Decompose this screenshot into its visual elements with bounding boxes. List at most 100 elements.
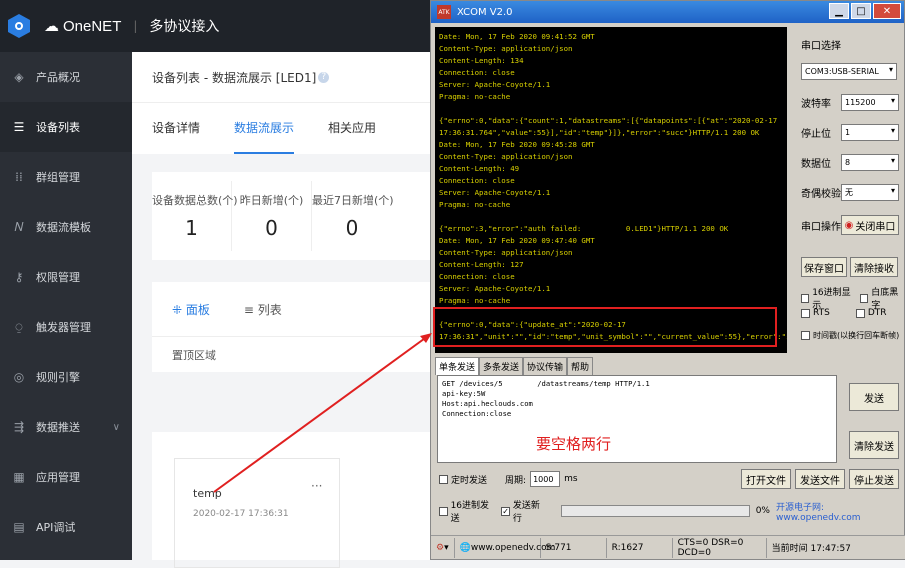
terminal-line: Content-Type: application/json — [439, 152, 573, 161]
terminal-line: Content-Type: application/json — [439, 248, 573, 257]
brand-name: OneNET — [63, 17, 122, 35]
xcom-titlebar[interactable]: ATK XCOM V2.0 ▁ □ ✕ — [431, 1, 904, 23]
tab-datastream[interactable]: 数据流展示 — [234, 102, 295, 154]
sidebar-item-apps[interactable]: ▦ 应用管理 — [0, 452, 132, 502]
terminal-line: Content-Type: application/json — [439, 44, 573, 53]
period-input[interactable]: 1000 — [530, 471, 561, 487]
onenet-logo-icon[interactable] — [8, 14, 30, 38]
terminal-line: Server: Apache-Coyote/1.1 — [439, 188, 551, 197]
xcom-window: ATK XCOM V2.0 ▁ □ ✕ Date: Mon, 17 Feb 20… — [430, 0, 905, 560]
tab-help[interactable]: 帮助 — [567, 357, 594, 375]
timed-send-checkbox[interactable]: 定时发送 — [439, 473, 487, 486]
view-panel: ⁜ 面板 ≡ 列表 置顶区域 — [152, 282, 432, 372]
port-op-label: 串口操作 — [801, 221, 841, 233]
tab-list-view[interactable]: ≡ 列表 — [244, 301, 282, 318]
baud-select[interactable]: 115200 — [841, 94, 899, 111]
tab-panel-view[interactable]: ⁜ 面板 — [172, 301, 210, 318]
progress-percent: 0% — [755, 506, 770, 516]
stop-send-button[interactable]: 停止发送 — [849, 469, 899, 489]
parity-select[interactable]: 无 — [841, 184, 899, 201]
sidebar-item-device-list[interactable]: ☰ 设备列表 — [0, 102, 132, 152]
tab-multi-send[interactable]: 多条发送 — [479, 357, 524, 375]
datastream-card[interactable]: temp 2020-02-17 17:36:31 ··· — [174, 458, 340, 568]
sidebar-item-permissions[interactable]: ⚷ 权限管理 — [0, 252, 132, 302]
parity-label: 奇偶校验 — [801, 189, 841, 200]
save-window-button[interactable]: 保存窗口 — [801, 257, 847, 277]
data-stream-icon: 𝑁 — [14, 219, 24, 234]
rts-checkbox[interactable]: RTS — [801, 308, 830, 318]
sidebar-item-overview[interactable]: ◈ 产品概况 — [0, 52, 132, 102]
checkbox-label: 16进制发送 — [450, 501, 490, 524]
databits-select[interactable]: 8 — [841, 154, 899, 171]
more-icon[interactable]: ··· — [311, 479, 322, 493]
site-link[interactable]: 开源电子网: www.openedv.com — [776, 500, 904, 523]
send-button[interactable]: 发送 — [849, 383, 899, 411]
clear-receive-button[interactable]: 清除接收 — [850, 257, 898, 277]
minimize-icon[interactable]: ▁ — [829, 3, 849, 19]
send-line: GET /devices/5 /datastreams/temp HTTP/1.… — [442, 379, 650, 388]
clear-send-button[interactable]: 清除发送 — [849, 431, 899, 459]
line-status: CTS=0 DSR=0 DCD=0 — [673, 537, 767, 558]
window-controls: ▁ □ ✕ — [829, 3, 901, 19]
terminal-line: 17:36:31.764","value":55}],"id":"temp"}]… — [439, 128, 760, 137]
send-tabs: 单条发送 多条发送 协议传输 帮助 — [435, 357, 594, 375]
terminal-line: Content-Length: 127 — [439, 260, 524, 269]
sidebar-item-label: 数据推送 — [36, 421, 80, 434]
grid-icon: ⁜ — [172, 302, 186, 317]
close-port-button[interactable]: ◉ 关闭串口 — [841, 215, 899, 235]
tab-label: 列表 — [257, 302, 282, 317]
close-icon[interactable]: ✕ — [873, 3, 901, 19]
send-file-button[interactable]: 发送文件 — [795, 469, 845, 489]
brand[interactable]: ☁ OneNET — [44, 17, 122, 36]
stats-panel: 设备数据总数(个) 1 昨日新增(个) 0 最近7日新增(个) 0 — [152, 172, 432, 260]
apps-icon: ▦ — [13, 470, 25, 484]
engine-icon: ◎ — [13, 370, 25, 384]
detail-tabs: 设备详情 数据流展示 相关应用 — [132, 102, 432, 154]
tab-related-apps[interactable]: 相关应用 — [328, 102, 376, 154]
tab-protocol[interactable]: 协议传输 — [523, 357, 568, 375]
help-icon[interactable]: ? — [318, 71, 330, 83]
maximize-icon[interactable]: □ — [851, 3, 871, 19]
checkbox-label: RTS — [813, 308, 830, 318]
status-bar: ⚙ ▾ 🌐 www.openedv.com S:771 R:1627 CTS=0 … — [431, 535, 905, 559]
stopbits-select[interactable]: 1 — [841, 124, 899, 141]
stat-total: 设备数据总数(个) 1 — [152, 181, 238, 251]
ms-label: ms — [564, 474, 578, 484]
annotation-note: 要空格两行 — [536, 435, 612, 453]
trigger-icon: ⍜ — [15, 319, 23, 334]
hex-send-checkbox[interactable]: 16进制发送 — [439, 498, 495, 524]
checkbox-label: 时间戳(以换行回车断帧) — [813, 331, 900, 340]
settings-gear[interactable]: ⚙ ▾ — [431, 537, 455, 558]
send-line: Connection:close — [442, 409, 512, 418]
port-select[interactable]: COM3:USB-SERIAL — [801, 63, 897, 80]
tab-single-send[interactable]: 单条发送 — [435, 357, 480, 375]
sidebar-item-data-push[interactable]: ⇶ 数据推送 ∨ — [0, 402, 132, 452]
checkbox-label: 定时发送 — [451, 475, 488, 486]
sidebar-item-datastream-template[interactable]: 𝑁 数据流模板 — [0, 202, 132, 252]
list-icon: ≡ — [243, 302, 258, 317]
baud-label: 波特率 — [801, 99, 831, 110]
sidebar-item-triggers[interactable]: ⍜ 触发器管理 — [0, 302, 132, 352]
open-file-button[interactable]: 打开文件 — [741, 469, 791, 489]
recv-count: R:1627 — [607, 537, 673, 558]
cube-icon: ◈ — [14, 70, 24, 84]
timestamp-checkbox[interactable]: 时间戳(以换行回车断帧) — [801, 330, 899, 341]
sent-count: S:771 — [541, 537, 607, 558]
checkbox-box — [801, 308, 810, 318]
terminal-line: Date: Mon, 17 Feb 2020 09:47:40 GMT — [439, 236, 595, 245]
tab-device-details[interactable]: 设备详情 — [152, 102, 200, 154]
sidebar-item-api-debug[interactable]: ▤ API调试 — [0, 502, 132, 552]
status-url[interactable]: 🌐 www.openedv.com — [455, 537, 555, 558]
receive-terminal[interactable]: Date: Mon, 17 Feb 2020 09:41:52 GMT Conte… — [435, 27, 787, 353]
sidebar-item-label: 应用管理 — [36, 471, 80, 484]
send-input[interactable]: GET /devices/5 /datastreams/temp HTTP/1.… — [437, 375, 837, 463]
dtr-checkbox[interactable]: DTR — [855, 308, 887, 318]
terminal-line: Date: Mon, 17 Feb 2020 09:45:28 GMT — [439, 140, 595, 149]
breadcrumb: 设备列表 - 数据流展示 [LED1]? — [132, 52, 432, 102]
newline-send-checkbox[interactable]: ✓ 发送新行 — [501, 498, 546, 524]
sidebar-item-rule-engine[interactable]: ◎ 规则引擎 — [0, 352, 132, 402]
terminal-line: Content-Length: 134 — [439, 56, 524, 65]
sidebar-item-groups[interactable]: ⁞⁞ 群组管理 — [0, 152, 132, 202]
card-container: temp 2020-02-17 17:36:31 ··· — [152, 432, 432, 568]
